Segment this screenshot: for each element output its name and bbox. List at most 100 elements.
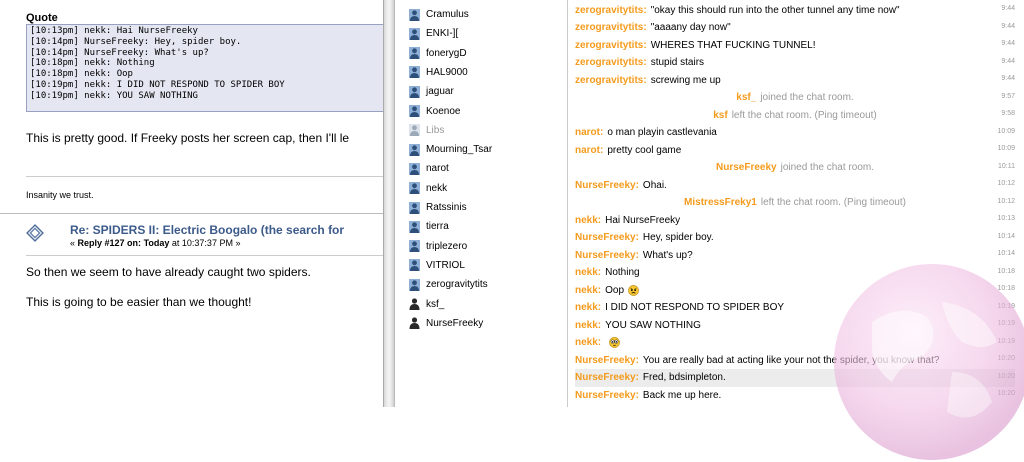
user-name: Koenoe — [426, 105, 461, 117]
chat-nick[interactable]: zerogravitytits: — [575, 57, 647, 68]
chat-nick[interactable]: zerogravitytits: — [575, 40, 647, 51]
user-name: NurseFreeky — [426, 317, 484, 329]
chat-nick[interactable]: ksf — [713, 110, 727, 121]
user-list-item[interactable]: Koenoe — [409, 102, 460, 121]
chat-message: zerogravitytits: "aaaany day now" 9:44 — [575, 19, 1015, 37]
meta-prefix: « — [70, 238, 78, 248]
user-icon — [409, 240, 420, 253]
user-name: zerogravitytits — [426, 279, 488, 291]
chat-timestamp: 10:09 — [997, 145, 1015, 152]
user-list-item[interactable]: NurseFreeky — [409, 314, 483, 333]
chat-nick[interactable]: nekk: — [575, 337, 601, 348]
user-icon — [409, 162, 420, 175]
chat-nick[interactable]: zerogravitytits: — [575, 5, 647, 16]
chat-nick[interactable]: nekk: — [575, 215, 601, 226]
user-name: tierra — [426, 221, 449, 233]
chat-nick[interactable]: NurseFreeky: — [575, 372, 639, 383]
chat-system-message: NurseFreeky joined the chat room. 10:11 — [575, 159, 1015, 177]
chat-message: NurseFreeky: Fred, bdsimpleton. 10:20 — [575, 368, 1015, 387]
user-icon — [409, 124, 420, 137]
chat-text: left the chat room. (Ping timeout) — [760, 197, 906, 208]
user-list-item[interactable]: jaguar — [409, 82, 454, 101]
user-list-item[interactable]: Ratssinis — [409, 198, 467, 217]
chat-system-message: MistressFreky1 left the chat room. (Ping … — [575, 194, 1015, 212]
user-name: nekk — [426, 182, 448, 194]
user-list-item[interactable]: nekk — [409, 179, 447, 198]
user-list-item[interactable]: ksf_ — [409, 295, 444, 314]
user-name: Mourning_Tsar — [426, 144, 493, 156]
user-list-item[interactable]: fonerygD — [409, 44, 467, 63]
user-list-item[interactable]: triplezero — [409, 237, 467, 256]
user-icon — [409, 8, 420, 21]
chat-nick[interactable]: nekk: — [575, 285, 601, 296]
quote-line: [10:19pm] nekk: YOU SAW NOTHING — [30, 90, 198, 101]
chat-timestamp: 10:18 — [997, 267, 1015, 275]
quote-line: [10:18pm] nekk: Oop — [30, 69, 133, 80]
chat-message: NurseFreeky: What's up? 10:14 — [575, 246, 1015, 264]
chat-timestamp: 10:09 — [997, 127, 1015, 135]
post-separator — [0, 213, 383, 214]
chat-timestamp: 10:14 — [997, 232, 1015, 240]
chat-nick[interactable]: narot: — [575, 127, 603, 138]
chat-text: Ohai. — [642, 179, 667, 191]
chat-nick[interactable]: NurseFreeky: — [575, 232, 639, 243]
post-title-link[interactable]: Re: SPIDERS II: Electric Boogalo (the se… — [70, 223, 344, 237]
chat-nick[interactable]: NurseFreeky — [716, 162, 777, 173]
chat-timestamp: 9:57 — [1001, 92, 1015, 100]
chat-text: screwing me up — [650, 74, 721, 86]
chat-nick[interactable]: narot: — [575, 145, 603, 156]
chat-nick[interactable]: NurseFreeky: — [575, 390, 639, 401]
chat-nick[interactable]: NurseFreeky: — [575, 355, 639, 366]
user-list-item[interactable]: HAL9000 — [409, 63, 468, 82]
chat-message: narot: pretty cool game 10:09 — [575, 141, 1015, 159]
chat-text: stupid stairs — [650, 57, 705, 68]
chat-message: zerogravitytits: screwing me up 9:44 — [575, 71, 1015, 89]
user-list-item[interactable]: Mourning_Tsar — [409, 140, 492, 159]
chat-text: Hai NurseFreeky — [605, 214, 681, 226]
user-list-item[interactable]: tierra — [409, 217, 449, 236]
signature-divider — [26, 176, 383, 177]
chat-nick[interactable]: MistressFreky1 — [684, 197, 757, 208]
chat-timestamp: 10:12 — [997, 180, 1015, 187]
chat-nick[interactable]: nekk: — [575, 267, 601, 278]
chat-nick[interactable]: zerogravitytits: — [575, 22, 647, 33]
post-icon — [26, 224, 44, 242]
user-list-item[interactable]: Libs — [409, 121, 444, 140]
post-meta: « Reply #127 on: Today at 10:37:37 PM » — [70, 238, 240, 248]
user-list-item[interactable]: narot — [409, 159, 449, 178]
user-list: Cramulus ENKI-][ fonerygD HAL9000 jaguar Koen… — [395, 0, 567, 407]
post-header-divider — [26, 255, 383, 256]
chat-timestamp: 9:58 — [1001, 110, 1015, 117]
user-icon — [409, 278, 420, 291]
post-body-line-2: This is going to be easier than we thoug… — [26, 295, 252, 309]
user-list-item[interactable]: ENKI-][ — [409, 24, 458, 43]
chat-system-message: ksf left the chat room. (Ping timeout) 9:5… — [575, 106, 1015, 124]
user-icon — [409, 220, 420, 233]
chat-text: Fred, bdsimpleton. — [642, 372, 726, 383]
user-list-item[interactable]: Cramulus — [409, 5, 469, 24]
chat-nick[interactable]: ksf_ — [736, 92, 756, 103]
chat-text: Nothing — [605, 267, 640, 278]
chat-message: NurseFreeky: You are really bad at acting… — [575, 351, 1015, 369]
chat-timestamp: 9:44 — [1001, 57, 1015, 65]
chat-timestamp: 10:19 — [997, 337, 1015, 345]
chat-nick[interactable]: NurseFreeky: — [575, 250, 639, 261]
quote-line: [10:14pm] NurseFreeky: Hey, spider boy. — [30, 36, 242, 47]
quote-label: Quote — [26, 12, 58, 24]
chat-nick[interactable]: nekk: — [575, 302, 601, 313]
chat-nick[interactable]: nekk: — [575, 320, 601, 331]
chat-nick[interactable]: NurseFreeky: — [575, 180, 639, 191]
user-name: VITRIOL — [426, 259, 465, 271]
user-list-item[interactable]: VITRIOL — [409, 256, 465, 275]
split-view-divider[interactable] — [383, 0, 395, 407]
quote-line: [10:19pm] nekk: I DID NOT RESPOND TO SPI… — [30, 79, 285, 90]
chat-timestamp: 10:11 — [998, 162, 1015, 170]
user-name: Cramulus — [426, 9, 469, 20]
user-name: ENKI-][ — [426, 28, 459, 40]
chat-message: zerogravitytits: WHERES THAT FUCKING TUNN… — [575, 36, 1015, 54]
chat-message: nekk: YOU SAW NOTHING 10:19 — [575, 316, 1015, 334]
user-list-item[interactable]: zerogravitytits — [409, 275, 488, 294]
chat-nick[interactable]: zerogravitytits: — [575, 75, 647, 86]
chat-text: I DID NOT RESPOND TO SPIDER BOY — [605, 302, 785, 313]
chat-message: narot: o man playin castlevania 10:09 — [575, 124, 1015, 142]
